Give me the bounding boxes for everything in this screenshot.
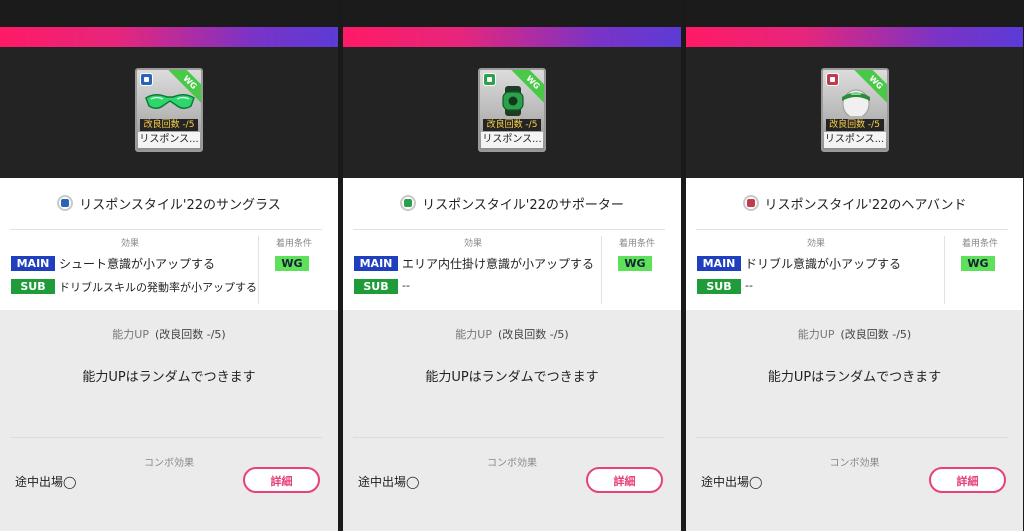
top-strip [343,0,681,27]
divider [944,236,945,304]
item-card[interactable]: WG 改良回数 -/5 リスポンス... [478,68,546,152]
header-gradient-bar [343,27,681,47]
header-gradient-bar [0,27,338,47]
equipment-type-icon [825,73,839,86]
wear-condition-wg: WG [275,256,309,271]
divider [10,229,322,230]
ability-random-text: 能力UPはランダムでつきます [767,370,942,385]
equipment-type-icon [140,73,153,86]
wear-condition-label: 着用条件 [961,239,998,249]
item-hero: WG 改良回数 -/5 リスポンス... [0,47,338,178]
sub-effect-text: -- [745,279,753,292]
item-panel-hairband: WG 改良回数 -/5 リスポンス... リスポンスタイル'22のヘアバンド 効… [686,0,1023,531]
effect-label: 効果 [120,239,139,249]
divider [10,437,322,438]
ability-up-header: 能力UP (改良回数 -/5) [343,326,681,342]
card-name: リスポンス... [823,132,886,148]
detail-button[interactable]: 詳細 [586,467,663,493]
sub-effect-text: ドリブルスキルの発動率が小アップする [59,281,257,294]
card-name: リスポンス... [481,132,543,148]
detail-button[interactable]: 詳細 [929,467,1006,493]
effect-label: 効果 [463,239,482,249]
divider [258,236,259,304]
item-panel-supporter: WG 改良回数 -/5 リスポンス... リスポンスタイル'22のサポーター 効… [343,0,681,531]
equipment-type-icon [483,73,496,86]
ability-up-count: (改良回数 -/5) [497,328,569,341]
card-kairyo: 改良回数 -/5 [140,119,198,131]
effect-section: リスポンスタイル'22のヘアバンド 効果 着用条件 MAIN ドリブル意識が小ア… [686,178,1023,310]
ability-up-header: 能力UP (改良回数 -/5) [686,326,1023,342]
card-kairyo: 改良回数 -/5 [483,119,541,131]
sub-badge: SUB [354,279,398,294]
sub-effect-text: -- [402,279,410,292]
ability-up-count: (改良回数 -/5) [840,328,912,341]
item-title: リスポンスタイル'22のヘアバンド [764,197,967,213]
ability-random-text: 能力UPはランダムでつきます [82,370,256,385]
wear-condition-label: 着用条件 [618,239,655,249]
knee-supporter-icon [502,86,524,116]
item-title-row: リスポンスタイル'22のサングラス [0,192,338,214]
top-strip [686,0,1023,27]
equipment-type-icon [400,195,417,211]
combo-text: 途中出場◯ [15,475,77,489]
item-title: リスポンスタイル'22のサングラス [79,197,281,213]
ability-up-label: 能力UP [455,328,492,341]
effect-section: リスポンスタイル'22のサポーター 効果 着用条件 MAIN エリア内仕掛け意識… [343,178,681,310]
detail-button[interactable]: 詳細 [243,467,320,493]
divider [353,437,665,438]
main-badge: MAIN [11,256,55,271]
item-panel-sunglasses: WG 改良回数 -/5 リスポンス... リスポンスタイル'22のサングラス 効… [0,0,338,531]
ability-section: 能力UP (改良回数 -/5) 能力UPはランダムでつきます コンボ効果 途中出場… [686,310,1023,531]
equipment-type-icon [57,195,74,211]
wear-condition-wg: WG [618,256,652,271]
main-effect-text: シュート意識が小アップする [59,257,216,271]
divider [696,437,1008,438]
effect-label: 効果 [806,239,825,249]
card-kairyo: 改良回数 -/5 [825,119,884,131]
ability-up-count: (改良回数 -/5) [154,328,226,341]
divider [696,229,1008,230]
combo-text: 途中出場◯ [358,475,420,489]
item-title-row: リスポンスタイル'22のサポーター [343,192,681,214]
equipment-type-icon [742,195,759,211]
sub-badge: SUB [11,279,55,294]
card-name: リスポンス... [138,132,200,148]
header-gradient-bar [686,27,1023,47]
divider [601,236,602,304]
item-title: リスポンスタイル'22のサポーター [422,197,624,213]
item-card[interactable]: WG 改良回数 -/5 リスポンス... [135,68,203,152]
ability-random-text: 能力UPはランダムでつきます [425,370,599,385]
ability-section: 能力UP (改良回数 -/5) 能力UPはランダムでつきます コンボ効果 途中出場… [343,310,681,531]
ability-section: 能力UP (改良回数 -/5) 能力UPはランダムでつきます コンボ効果 途中出場… [0,310,338,531]
main-effect-text: ドリブル意識が小アップする [745,257,902,271]
item-hero: WG 改良回数 -/5 リスポンス... [343,47,681,178]
top-strip [0,0,338,27]
item-title-row: リスポンスタイル'22のヘアバンド [686,192,1023,214]
sub-badge: SUB [697,279,741,294]
ability-up-label: 能力UP [797,328,835,341]
wear-condition-label: 着用条件 [275,239,312,249]
effect-section: リスポンスタイル'22のサングラス 効果 着用条件 MAIN シュート意識が小ア… [0,178,338,310]
main-badge: MAIN [697,256,741,271]
main-effect-text: エリア内仕掛け意識が小アップする [402,257,595,271]
main-badge: MAIN [354,256,398,271]
ability-up-header: 能力UP (改良回数 -/5) [0,326,338,342]
ability-up-label: 能力UP [112,328,149,341]
screenshot-row: WG 改良回数 -/5 リスポンス... リスポンスタイル'22のサングラス 効… [0,0,1024,531]
item-hero: WG 改良回数 -/5 リスポンス... [686,47,1023,178]
divider [353,229,665,230]
sunglasses-icon [145,94,195,109]
item-card[interactable]: WG 改良回数 -/5 リスポンス... [820,68,889,152]
combo-text: 途中出場◯ [701,475,763,489]
wear-condition-wg: WG [961,256,995,271]
hairband-icon [841,89,870,116]
